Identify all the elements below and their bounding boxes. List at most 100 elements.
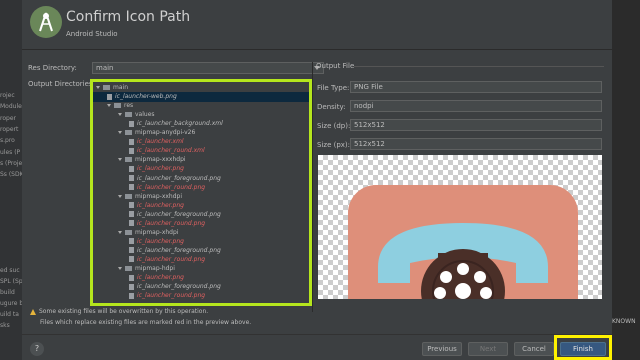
folder-icon <box>125 130 132 136</box>
folder-icon <box>114 103 121 109</box>
file-type-field: PNG File <box>350 81 602 93</box>
expand-arrow-icon[interactable] <box>96 86 100 89</box>
background-text-fragment: roper <box>0 115 16 122</box>
dialog-subtitle: Android Studio <box>66 30 118 38</box>
file-icon <box>129 292 134 299</box>
tree-node-label: main <box>113 84 128 91</box>
tree-node-label: mipmap-hdpi <box>135 265 175 272</box>
density-label: Density: <box>317 103 346 111</box>
tree-node-label: mipmap-xxxhdpi <box>135 156 186 164</box>
output-directories-label: Output Directories: <box>28 80 95 88</box>
output-directories-tree[interactable]: main ic_launcher-web.png res values ic_launc… <box>90 79 312 306</box>
tree-node-label: ic_launcher.png <box>137 274 184 282</box>
tree-node-label: ic_launcher-web.png <box>115 93 177 101</box>
folder-icon <box>125 112 132 118</box>
file-icon <box>107 93 112 100</box>
background-text-fragment: s.pro <box>0 137 15 144</box>
tree-node-label: ic_launcher.png <box>137 201 184 209</box>
expand-arrow-icon[interactable] <box>118 158 122 162</box>
overwrite-warning-text: Some existing files will be overwritten … <box>39 308 209 315</box>
folder-icon <box>125 229 132 235</box>
icon-preview <box>318 155 602 299</box>
overwrite-warning-note: Files which replace existing files are m… <box>40 319 252 326</box>
warning-icon <box>30 308 36 315</box>
folder-icon <box>125 193 132 199</box>
res-directory-label: Res Directory: <box>28 64 77 72</box>
tree-node-label: ic_launcher.png <box>137 165 184 173</box>
tree-node-label: ic_launcher_foreground.png <box>137 283 221 291</box>
background-text-fragment: s (Proje <box>0 160 22 167</box>
background-text-fragment: SPL (Sp <box>0 278 22 285</box>
tree-node-label: ic_launcher.png <box>137 237 184 245</box>
background-right-fragment: KNOWN <box>612 318 636 325</box>
background-text-fragment: ugure bu <box>0 300 22 307</box>
tree-file-node[interactable]: ic_launcher_round.png <box>129 291 205 301</box>
expand-arrow-icon[interactable] <box>118 194 122 198</box>
output-file-heading: Output File <box>316 62 355 70</box>
size-px-label: Size (px): <box>317 141 351 149</box>
expand-arrow-icon[interactable] <box>107 104 111 108</box>
help-button[interactable]: ? <box>30 342 44 356</box>
background-text-fragment: build <box>0 289 15 296</box>
phone-launcher-icon <box>348 185 578 299</box>
finish-highlight <box>554 335 612 360</box>
tree-node-label: mipmap-xhdpi <box>135 228 179 236</box>
tree-node-label: ic_launcher_round.png <box>137 255 206 263</box>
cancel-button[interactable]: Cancel <box>514 342 554 356</box>
tree-node-label: ic_launcher_round.png <box>137 183 206 191</box>
background-text-fragment: ed suc <box>0 267 20 274</box>
size-dp-label: Size (dp): <box>317 122 351 130</box>
file-icon <box>129 247 134 254</box>
background-text-fragment: sks <box>0 322 10 329</box>
expand-arrow-icon[interactable] <box>118 267 122 270</box>
file-icon <box>129 138 134 145</box>
file-icon <box>129 274 134 281</box>
file-icon <box>129 184 134 191</box>
tree-node-label: mipmap-anydpi-v26 <box>135 129 196 137</box>
folder-icon <box>103 85 110 90</box>
background-text-fragment: rojec <box>0 92 15 99</box>
dialog-title: Confirm Icon Path <box>66 9 191 25</box>
background-text-fragment: Ss (SDK <box>0 171 22 178</box>
next-button[interactable]: Next <box>468 342 508 356</box>
file-icon <box>129 147 134 154</box>
dialog-header: Confirm Icon Path Android Studio <box>22 0 612 50</box>
dialog-footer: ? Previous Next Cancel Finish <box>22 334 612 360</box>
tree-node-label: ic_launcher_foreground.png <box>137 174 221 182</box>
file-icon <box>129 202 134 209</box>
background-right-panel: KNOWN <box>610 0 640 360</box>
file-icon <box>129 283 134 290</box>
file-icon <box>129 220 134 227</box>
tree-node-label: ic_launcher_background.xml <box>137 120 223 128</box>
file-icon <box>129 238 134 245</box>
expand-arrow-icon[interactable] <box>118 131 122 135</box>
folder-icon <box>125 157 132 163</box>
file-icon <box>129 120 134 127</box>
expand-arrow-icon[interactable] <box>118 230 122 234</box>
expand-arrow-icon[interactable] <box>118 113 122 117</box>
tree-node-label: res <box>124 102 134 110</box>
size-dp-field: 512x512 <box>350 119 602 131</box>
output-file-heading-rule <box>354 66 604 67</box>
folder-icon <box>125 266 132 271</box>
background-text-fragment: Module <box>0 103 22 110</box>
density-field: nodpi <box>350 100 602 112</box>
confirm-icon-path-dialog: Confirm Icon Path Android Studio Res Dir… <box>22 0 612 360</box>
tree-node-label: values <box>135 111 155 119</box>
preview-scrollbar[interactable] <box>602 155 608 299</box>
file-icon <box>129 256 134 263</box>
background-text-fragment: ropert <box>0 126 19 133</box>
size-px-field: 512x512 <box>350 138 602 150</box>
tree-node-label: ic_launcher.xml <box>137 138 184 146</box>
tree-node-label: ic_launcher_round.xml <box>137 147 205 155</box>
background-text-fragment: ules (P <box>0 149 21 156</box>
tree-node-label: ic_launcher_round.png <box>137 292 206 300</box>
res-directory-combo[interactable]: main <box>92 62 324 74</box>
tree-node-label: mipmap-xxhdpi <box>135 192 183 200</box>
overwrite-warning: Some existing files will be overwritten … <box>30 308 208 315</box>
tree-node-label: ic_launcher_foreground.png <box>137 210 221 218</box>
file-icon <box>129 175 134 181</box>
previous-button[interactable]: Previous <box>422 342 462 356</box>
background-project-panel: rojec Module roper ropert s.pro ules (P s (Pro… <box>0 0 22 360</box>
panel-divider <box>312 62 313 312</box>
